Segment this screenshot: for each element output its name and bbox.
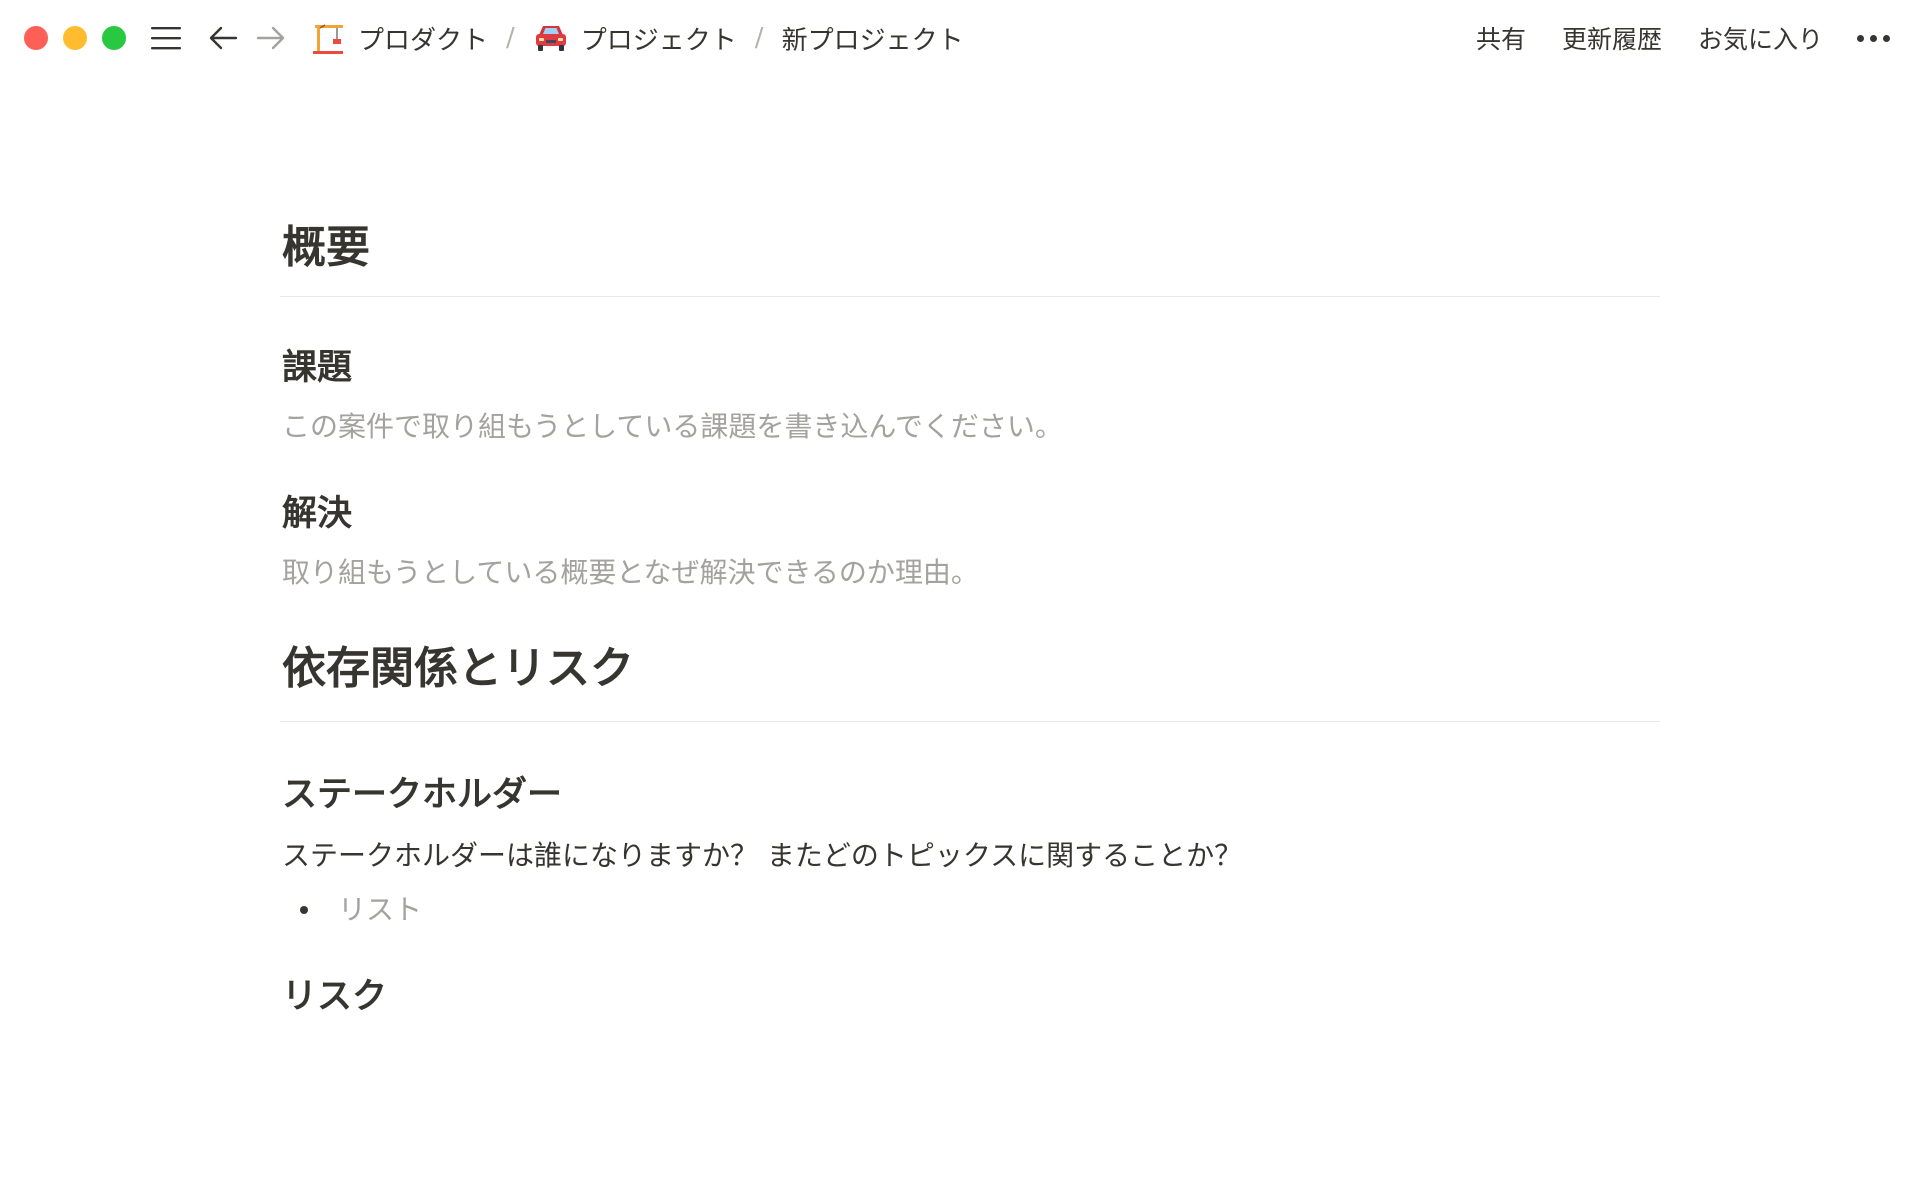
breadcrumb-label-projects: プロジェクト — [580, 25, 737, 56]
divider — [280, 721, 1660, 722]
favorite-button[interactable]: お気に入り — [1698, 20, 1823, 56]
bullet-icon — [300, 906, 308, 914]
issue-placeholder[interactable]: この案件で取り組もうとしている課題を書き込んでください。 — [280, 407, 1660, 447]
window-minimize-button[interactable] — [63, 26, 87, 50]
heading-overview[interactable]: 概要 — [280, 220, 1660, 276]
more-dot — [1870, 34, 1877, 42]
divider — [280, 296, 1660, 297]
breadcrumb-item-projects[interactable]: プロジェクト — [529, 20, 741, 57]
header-actions: 共有 更新履歴 お気に入り — [1440, 18, 1890, 58]
heading-issue[interactable]: 課題 — [280, 345, 1660, 391]
breadcrumb-label-product: プロダクト — [358, 25, 489, 56]
hamburger-menu-icon[interactable] — [148, 22, 184, 54]
more-dot — [1883, 34, 1890, 42]
window-zoom-button[interactable] — [102, 26, 126, 50]
heading-stakeholders[interactable]: ステークホルダー — [280, 772, 1660, 818]
window-close-button[interactable] — [24, 26, 48, 50]
history-button[interactable]: 更新履歴 — [1562, 20, 1662, 56]
list-placeholder: リスト — [338, 893, 423, 926]
breadcrumb-item-product[interactable]: プロダクト — [306, 20, 492, 57]
crane-icon — [310, 20, 346, 56]
heading-solution[interactable]: 解決 — [280, 491, 1660, 537]
solution-placeholder[interactable]: 取り組もうとしている概要となぜ解決できるのか理由。 — [280, 553, 1660, 593]
breadcrumb-separator: / — [506, 23, 515, 53]
arrow-right-icon[interactable] — [254, 22, 288, 54]
breadcrumb-item-new-project[interactable]: 新プロジェクト — [778, 20, 968, 57]
top-bar: プロダクト / プロジェクト / 新プロジェクト 共有 更新履歴 お気に入り — [0, 0, 1920, 76]
more-horizontal-icon[interactable] — [1857, 34, 1890, 42]
stakeholders-text[interactable]: ステークホルダーは誰になりますか？ またどのトピックスに関することか？ — [280, 836, 1660, 876]
heading-dependencies-risks[interactable]: 依存関係とリスク — [280, 641, 1660, 697]
page-content: 概要 課題 この案件で取り組もうとしている課題を書き込んでください。 解決 取り… — [280, 200, 1660, 1020]
heading-risk[interactable]: リスク — [280, 974, 1660, 1020]
arrow-left-icon[interactable] — [206, 22, 240, 54]
list-item[interactable]: リスト — [280, 888, 1660, 932]
more-dot — [1857, 34, 1864, 42]
share-button[interactable]: 共有 — [1476, 20, 1526, 56]
breadcrumb: プロダクト / プロジェクト / 新プロジェクト — [306, 18, 968, 58]
breadcrumb-label-new-project: 新プロジェクト — [781, 25, 964, 56]
breadcrumb-separator: / — [754, 23, 764, 53]
car-icon — [533, 20, 569, 56]
